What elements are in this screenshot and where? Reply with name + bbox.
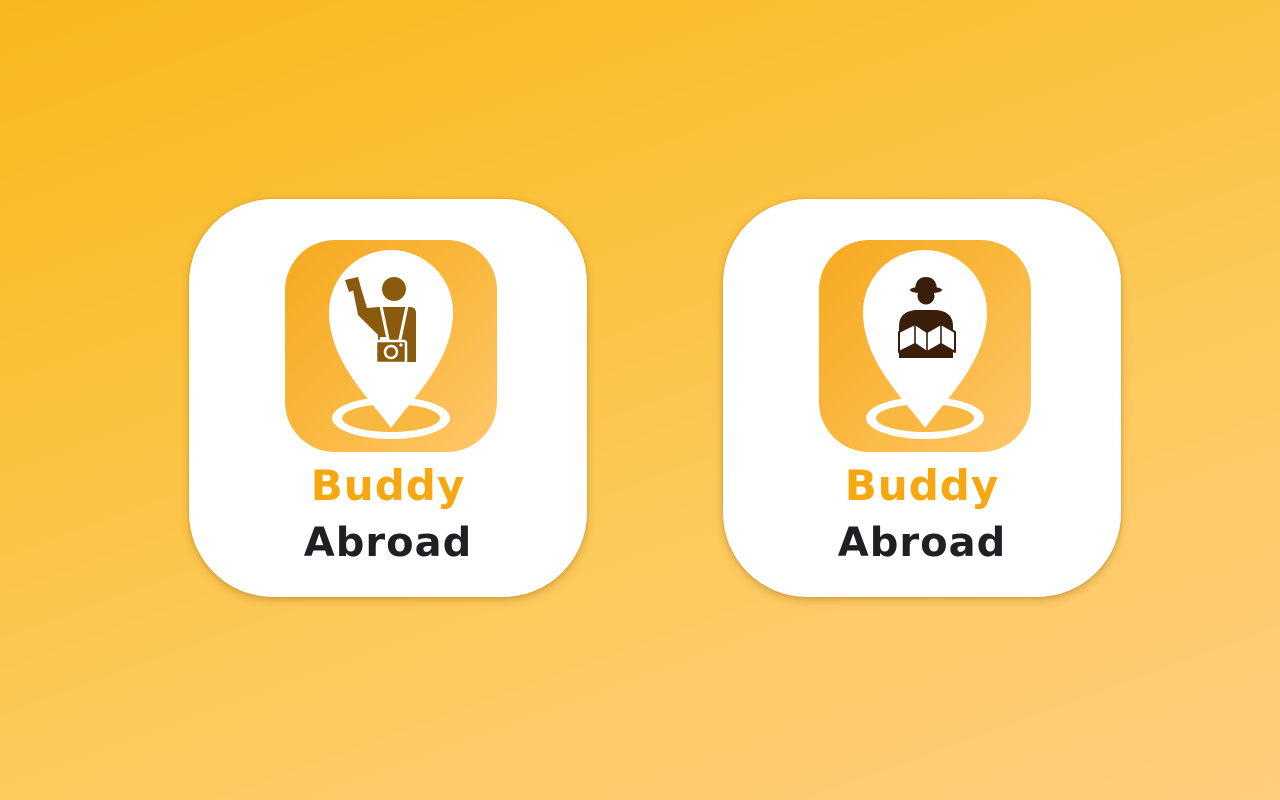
brand-word-abroad: Abroad <box>303 520 473 566</box>
brand-word-buddy: Buddy <box>310 461 466 510</box>
app-logo-card-tourist: Buddy Abroad <box>189 199 587 597</box>
brand-word-buddy: Buddy <box>844 461 1000 510</box>
app-logo-card-explorer: Buddy Abroad <box>723 199 1121 597</box>
app-icon-tile <box>285 240 497 452</box>
brand-word-abroad: Abroad <box>837 520 1007 566</box>
tourist-camera-pin-icon <box>329 250 453 439</box>
explorer-map-pin-icon <box>863 250 987 439</box>
app-icon-tile <box>819 240 1031 452</box>
